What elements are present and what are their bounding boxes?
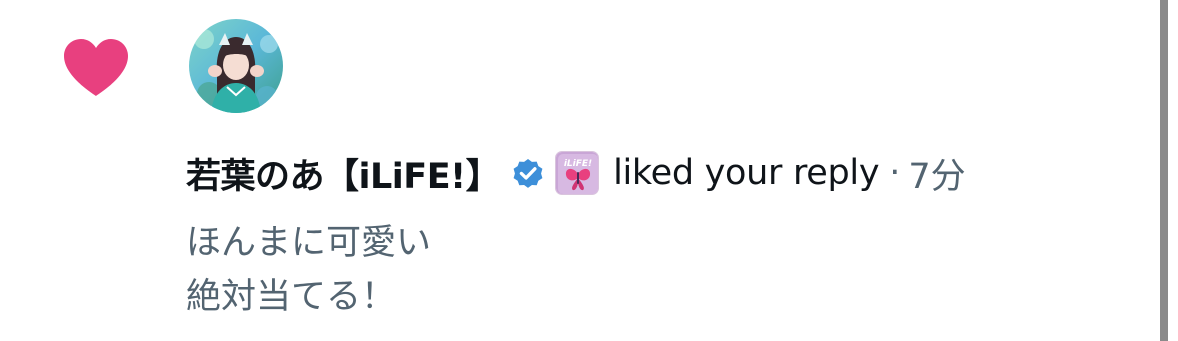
notification-headline: 若葉のあ【iLiFE!】 iLiFE! liked your reply · 7… [186,148,966,198]
separator-dot: · [889,153,901,193]
timestamp[interactable]: 7分 [908,148,965,199]
like-notification[interactable]: 若葉のあ【iLiFE!】 iLiFE! liked your reply · 7… [0,0,1178,341]
verified-badge-icon [513,159,543,188]
reply-line: ほんまに可愛い [186,223,432,263]
affiliate-badge-icon[interactable]: iLiFE! [555,151,600,195]
reply-line: 絶対当てる！ [186,277,397,317]
svg-text:iLiFE!: iLiFE! [564,159,592,169]
user-display-name[interactable]: 若葉のあ【iLiFE!】 [186,148,501,199]
reply-text[interactable]: ほんまに可愛い 絶対当てる！ [186,216,431,324]
heart-icon [64,39,128,96]
action-text: liked your reply [613,153,880,193]
scrollbar[interactable] [1160,0,1168,341]
avatar[interactable] [189,19,283,113]
